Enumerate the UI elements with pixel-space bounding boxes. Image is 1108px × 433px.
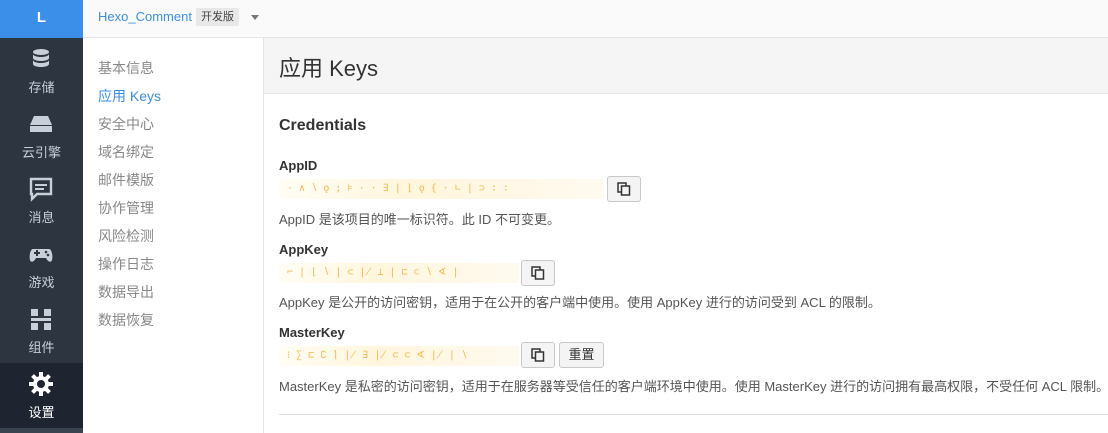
- rail-item-storage[interactable]: 存储: [0, 38, 83, 103]
- rail-label-games: 游戏: [28, 275, 55, 290]
- section-title: Credentials: [279, 117, 367, 134]
- appid-label: AppID: [279, 158, 318, 173]
- rail-label-components: 组件: [28, 340, 55, 355]
- subnav-divider: [263, 38, 264, 433]
- copy-appid-button[interactable]: [607, 176, 641, 202]
- rail-scroll-edge: [0, 428, 83, 433]
- copy-icon: [531, 266, 545, 280]
- rail-label-engine: 云引擎: [21, 145, 61, 160]
- subnav-item-domain[interactable]: 域名绑定: [98, 142, 154, 162]
- rail-label-settings: 设置: [28, 405, 55, 420]
- app-rail: L 存储 云引擎 消息 游戏 组件 设置: [0, 0, 83, 433]
- appid-value: ·∧∖ǫ;⊧·⋅∃∣⌊ǫ{⋅∟∣⊃∶∶: [279, 179, 604, 199]
- app-switcher-chevron-down-icon[interactable]: [251, 15, 259, 20]
- copy-icon: [531, 348, 545, 362]
- appkey-help: AppKey 是公开的访问密钥，适用于在公开的客户端中使用。使用 AppKey …: [279, 295, 881, 310]
- server-icon: [30, 116, 52, 132]
- page-header: 应用 Keys: [264, 38, 1108, 94]
- database-icon: [33, 49, 49, 67]
- subnav-item-collaboration[interactable]: 协作管理: [98, 198, 154, 218]
- subnav-item-data-export[interactable]: 数据导出: [98, 282, 154, 302]
- masterkey-value: ⁝∑⊏∁⌉∤∃∤⊂⊂∢∤∣∖: [279, 346, 519, 366]
- rail-item-settings[interactable]: 设置: [0, 363, 83, 428]
- subnav-item-app-keys[interactable]: 应用 Keys: [98, 86, 161, 106]
- reset-masterkey-button[interactable]: 重置: [559, 342, 604, 368]
- section-divider: [279, 414, 1108, 415]
- rail-item-message[interactable]: 消息: [0, 168, 83, 233]
- rail-item-engine[interactable]: 云引擎: [0, 103, 83, 168]
- subnav-item-operation-log[interactable]: 操作日志: [98, 254, 154, 274]
- rail-label-message: 消息: [28, 210, 55, 225]
- masterkey-help: MasterKey 是私密的访问密钥，适用于在服务器等受信任的客户端环境中使用。…: [279, 379, 1108, 394]
- top-bar: Hexo_Comment 开发版: [83, 0, 1108, 38]
- subnav-item-data-restore[interactable]: 数据恢复: [98, 310, 154, 330]
- subnav-item-email-templates[interactable]: 邮件模版: [98, 170, 154, 190]
- rail-item-components[interactable]: 组件: [0, 298, 83, 363]
- rail-label-storage: 存储: [28, 80, 55, 95]
- env-badge: 开发版: [196, 8, 239, 26]
- components-icon: [31, 309, 51, 330]
- appkey-value: ⌐∣⌊∖∣⊂∤⊥∣⊏⊂∖∢∣: [279, 263, 519, 283]
- appid-help: AppID 是该项目的唯一标识符。此 ID 不可变更。: [279, 212, 560, 227]
- gamepad-icon: [29, 249, 53, 262]
- gear-icon: [29, 372, 53, 396]
- subnav-item-risk-detection[interactable]: 风险检测: [98, 226, 154, 246]
- rail-item-games[interactable]: 游戏: [0, 233, 83, 298]
- masterkey-label: MasterKey: [279, 325, 345, 340]
- copy-icon: [617, 182, 631, 196]
- app-name-link[interactable]: Hexo_Comment: [98, 9, 192, 24]
- subnav-item-security[interactable]: 安全中心: [98, 114, 154, 134]
- subnav-item-basic-info[interactable]: 基本信息: [98, 58, 154, 78]
- message-icon: [29, 177, 53, 202]
- appkey-label: AppKey: [279, 242, 329, 257]
- copy-masterkey-button[interactable]: [521, 342, 555, 368]
- settings-subnav: 基本信息 应用 Keys 安全中心 域名绑定 邮件模版 协作管理 风险检测 操作…: [83, 38, 263, 433]
- copy-appkey-button[interactable]: [521, 260, 555, 286]
- page-title: 应用 Keys: [279, 56, 379, 81]
- logo[interactable]: L: [0, 0, 83, 38]
